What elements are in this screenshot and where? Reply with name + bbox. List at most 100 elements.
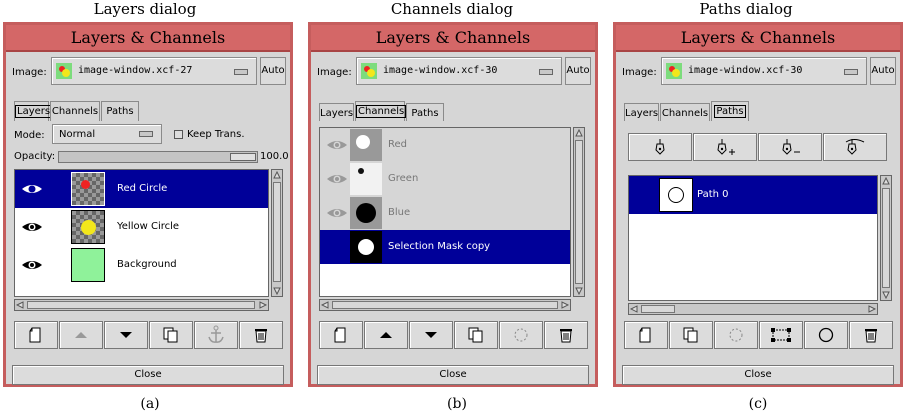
edit-point-tool-button[interactable] [823, 133, 887, 161]
lower-layer-button[interactable] [104, 321, 148, 349]
scroll-up-icon[interactable] [882, 177, 890, 185]
path-to-selection-icon [729, 328, 743, 342]
close-button[interactable]: Close [622, 365, 894, 385]
layer-row-background[interactable]: Background [15, 246, 268, 284]
scrollbar-thumb[interactable] [332, 301, 558, 309]
tab-channels[interactable]: Channels [50, 101, 100, 121]
new-layer-button[interactable] [14, 321, 58, 349]
vertical-scrollbar[interactable] [880, 175, 892, 301]
caption-b: (b) [447, 396, 467, 412]
auto-button[interactable]: Auto [260, 57, 286, 85]
channel-row-blue[interactable]: Blue [320, 196, 570, 230]
layer-thumbnail [71, 248, 105, 282]
image-name: image-window.xcf-30 [383, 65, 498, 76]
scroll-down-icon[interactable] [882, 291, 890, 299]
image-thumbnail [56, 63, 72, 79]
delete-path-button[interactable] [849, 321, 893, 349]
scroll-left-icon[interactable] [16, 301, 24, 309]
scrollbar-thumb[interactable] [27, 301, 255, 309]
tab-paths[interactable]: Paths [711, 101, 749, 121]
layer-name: Red Circle [117, 183, 168, 194]
scroll-right-icon[interactable] [561, 301, 569, 309]
channels-panel: Red Green Blue Selection Mask copy [317, 121, 593, 359]
path-row-path-0[interactable]: Path 0 [629, 176, 877, 214]
visibility-eye-icon[interactable] [21, 182, 43, 196]
channel-row-green[interactable]: Green [320, 162, 570, 196]
tab-layers[interactable]: Layers [624, 103, 659, 123]
visibility-eye-icon[interactable] [21, 258, 43, 272]
add-point-tool-button[interactable] [693, 133, 757, 161]
new-point-tool-button[interactable] [628, 133, 692, 161]
scrollbar-thumb[interactable] [273, 182, 281, 282]
mode-dropdown[interactable]: Normal [52, 124, 162, 144]
layer-row-red-circle[interactable]: Red Circle [15, 170, 268, 208]
horizontal-scrollbar[interactable] [14, 299, 269, 311]
raise-layer-button[interactable] [59, 321, 103, 349]
scroll-down-icon[interactable] [273, 287, 281, 295]
tab-channels[interactable]: Channels [355, 101, 407, 121]
auto-button[interactable]: Auto [870, 57, 896, 85]
lower-channel-button[interactable] [409, 321, 453, 349]
duplicate-channel-button[interactable] [454, 321, 498, 349]
new-channel-button[interactable] [319, 321, 363, 349]
layer-name: Background [117, 259, 177, 270]
vertical-scrollbar[interactable] [573, 127, 585, 297]
tab-layers[interactable]: Layers [319, 103, 354, 123]
channel-thumbnail [350, 231, 382, 263]
visibility-eye-icon[interactable] [326, 138, 348, 152]
duplicate-channel-icon [468, 327, 483, 343]
layer-row-yellow-circle[interactable]: Yellow Circle [15, 208, 268, 246]
channel-to-selection-button[interactable] [499, 321, 543, 349]
lower-channel-icon [425, 332, 437, 338]
keep-trans-checkbox[interactable] [174, 130, 183, 139]
stroke-path-button[interactable] [759, 321, 803, 349]
anchor-layer-button[interactable] [194, 321, 238, 349]
channel-thumbnail [350, 129, 382, 161]
scrollbar-thumb[interactable] [575, 140, 583, 284]
image-name: image-window.xcf-27 [78, 65, 193, 76]
horizontal-scrollbar[interactable] [628, 303, 878, 315]
visibility-eye-icon[interactable] [326, 206, 348, 220]
scroll-up-icon[interactable] [273, 171, 281, 179]
horizontal-scrollbar[interactable] [319, 299, 571, 311]
opacity-slider-thumb[interactable] [230, 153, 256, 161]
tab-channels[interactable]: Channels [660, 103, 710, 123]
vertical-scrollbar[interactable] [271, 169, 283, 297]
new-path-button[interactable] [624, 321, 668, 349]
opacity-slider[interactable] [58, 151, 258, 163]
delete-point-tool-button[interactable] [758, 133, 822, 161]
delete-layer-button[interactable] [239, 321, 283, 349]
path-to-selection-button[interactable] [714, 321, 758, 349]
tab-paths[interactable]: Paths [101, 101, 139, 121]
scroll-right-icon[interactable] [259, 301, 267, 309]
visibility-eye-icon[interactable] [21, 220, 43, 234]
channel-row-selection-mask[interactable]: Selection Mask copy [320, 230, 570, 264]
tab-bar: Layers Channels Paths [14, 101, 214, 121]
channel-name: Red [388, 139, 407, 150]
duplicate-layer-button[interactable] [149, 321, 193, 349]
close-button[interactable]: Close [317, 365, 589, 385]
scroll-up-icon[interactable] [575, 129, 583, 137]
scroll-left-icon[interactable] [630, 305, 638, 313]
scroll-left-icon[interactable] [321, 301, 329, 309]
window-titlebar[interactable]: Layers & Channels [616, 25, 900, 52]
scrollbar-thumb[interactable] [882, 188, 890, 288]
image-selector[interactable]: image-window.xcf-27 [51, 57, 257, 85]
duplicate-path-button[interactable] [669, 321, 713, 349]
circle-button[interactable] [804, 321, 848, 349]
scroll-down-icon[interactable] [575, 287, 583, 295]
image-selector[interactable]: image-window.xcf-30 [661, 57, 867, 85]
window-titlebar[interactable]: Layers & Channels [311, 25, 595, 52]
close-button[interactable]: Close [12, 365, 284, 385]
scrollbar-thumb[interactable] [641, 305, 675, 313]
channel-row-red[interactable]: Red [320, 128, 570, 162]
auto-button[interactable]: Auto [565, 57, 591, 85]
delete-channel-button[interactable] [544, 321, 588, 349]
image-selector[interactable]: image-window.xcf-30 [356, 57, 562, 85]
tab-layers[interactable]: Layers [14, 101, 53, 121]
visibility-eye-icon[interactable] [326, 172, 348, 186]
scroll-right-icon[interactable] [868, 305, 876, 313]
tab-paths[interactable]: Paths [406, 103, 444, 123]
raise-channel-button[interactable] [364, 321, 408, 349]
window-titlebar[interactable]: Layers & Channels [6, 25, 290, 52]
